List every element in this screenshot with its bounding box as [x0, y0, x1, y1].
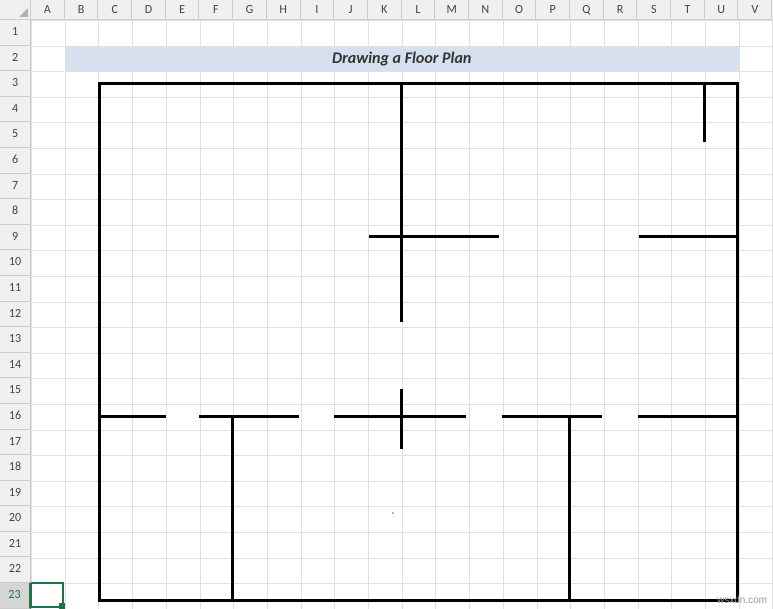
row-header-16[interactable]: 16 — [0, 404, 31, 430]
wall — [98, 415, 166, 418]
column-header-C[interactable]: C — [98, 0, 132, 20]
watermark-text: wsxdn.com — [717, 595, 767, 606]
row-header-20[interactable]: 20 — [0, 506, 31, 532]
row-header-4[interactable]: 4 — [0, 97, 31, 123]
row-header-1[interactable]: 1 — [0, 20, 31, 46]
column-header-H[interactable]: H — [267, 0, 301, 20]
wall — [568, 415, 571, 601]
wall — [400, 82, 403, 322]
row-header-17[interactable]: 17 — [0, 430, 31, 456]
wall — [502, 415, 602, 418]
row-header-23[interactable]: 23 — [0, 583, 31, 609]
row-header-21[interactable]: 21 — [0, 532, 31, 558]
column-header-J[interactable]: J — [334, 0, 368, 20]
row-header-19[interactable]: 19 — [0, 481, 31, 507]
column-header-T[interactable]: T — [671, 0, 705, 20]
stray-cell-text: ` — [391, 510, 394, 523]
select-all-cells[interactable] — [0, 0, 31, 20]
row-header-10[interactable]: 10 — [0, 250, 31, 276]
column-header-P[interactable]: P — [536, 0, 570, 20]
row-header-18[interactable]: 18 — [0, 455, 31, 481]
column-header-L[interactable]: L — [402, 0, 436, 20]
wall — [98, 599, 739, 602]
row-header-8[interactable]: 8 — [0, 199, 31, 225]
column-header-S[interactable]: S — [637, 0, 671, 20]
column-header-I[interactable]: I — [301, 0, 335, 20]
row-header-14[interactable]: 14 — [0, 353, 31, 379]
row-header-9[interactable]: 9 — [0, 225, 31, 251]
column-header-D[interactable]: D — [132, 0, 166, 20]
column-header-E[interactable]: E — [166, 0, 200, 20]
column-header-M[interactable]: M — [435, 0, 469, 20]
column-headers: ABCDEFGHIJKLMNOPQRSTUV — [31, 0, 773, 20]
watermark: wsxdn.com — [717, 595, 767, 606]
wall — [369, 235, 499, 238]
wall — [231, 415, 234, 601]
row-header-12[interactable]: 12 — [0, 302, 31, 328]
column-header-F[interactable]: F — [199, 0, 233, 20]
row-header-11[interactable]: 11 — [0, 276, 31, 302]
row-header-13[interactable]: 13 — [0, 327, 31, 353]
page-title: Drawing a Floor Plan — [65, 46, 739, 72]
row-header-15[interactable]: 15 — [0, 378, 31, 404]
column-header-Q[interactable]: Q — [570, 0, 604, 20]
row-header-2[interactable]: 2 — [0, 46, 31, 72]
column-header-U[interactable]: U — [705, 0, 739, 20]
row-header-3[interactable]: 3 — [0, 71, 31, 97]
column-header-K[interactable]: K — [368, 0, 402, 20]
wall — [736, 82, 739, 602]
column-header-B[interactable]: B — [65, 0, 99, 20]
wall — [400, 389, 403, 449]
column-header-R[interactable]: R — [604, 0, 638, 20]
column-header-O[interactable]: O — [503, 0, 537, 20]
wall — [98, 82, 101, 602]
row-headers: 1234567891011121314151617181920212223 — [0, 20, 31, 609]
column-header-V[interactable]: V — [738, 0, 772, 20]
row-header-22[interactable]: 22 — [0, 557, 31, 583]
row-header-5[interactable]: 5 — [0, 122, 31, 148]
wall — [98, 82, 739, 85]
stray-char: ` — [391, 510, 394, 523]
row-header-6[interactable]: 6 — [0, 148, 31, 174]
wall — [199, 415, 299, 418]
wall — [703, 82, 706, 142]
row-header-7[interactable]: 7 — [0, 174, 31, 200]
wall — [638, 415, 739, 418]
column-header-G[interactable]: G — [233, 0, 267, 20]
wall — [639, 235, 739, 238]
column-header-A[interactable]: A — [31, 0, 65, 20]
title-text: Drawing a Floor Plan — [332, 49, 471, 68]
worksheet-grid[interactable]: Drawing a Floor Plan ` — [31, 20, 773, 609]
column-header-N[interactable]: N — [469, 0, 503, 20]
